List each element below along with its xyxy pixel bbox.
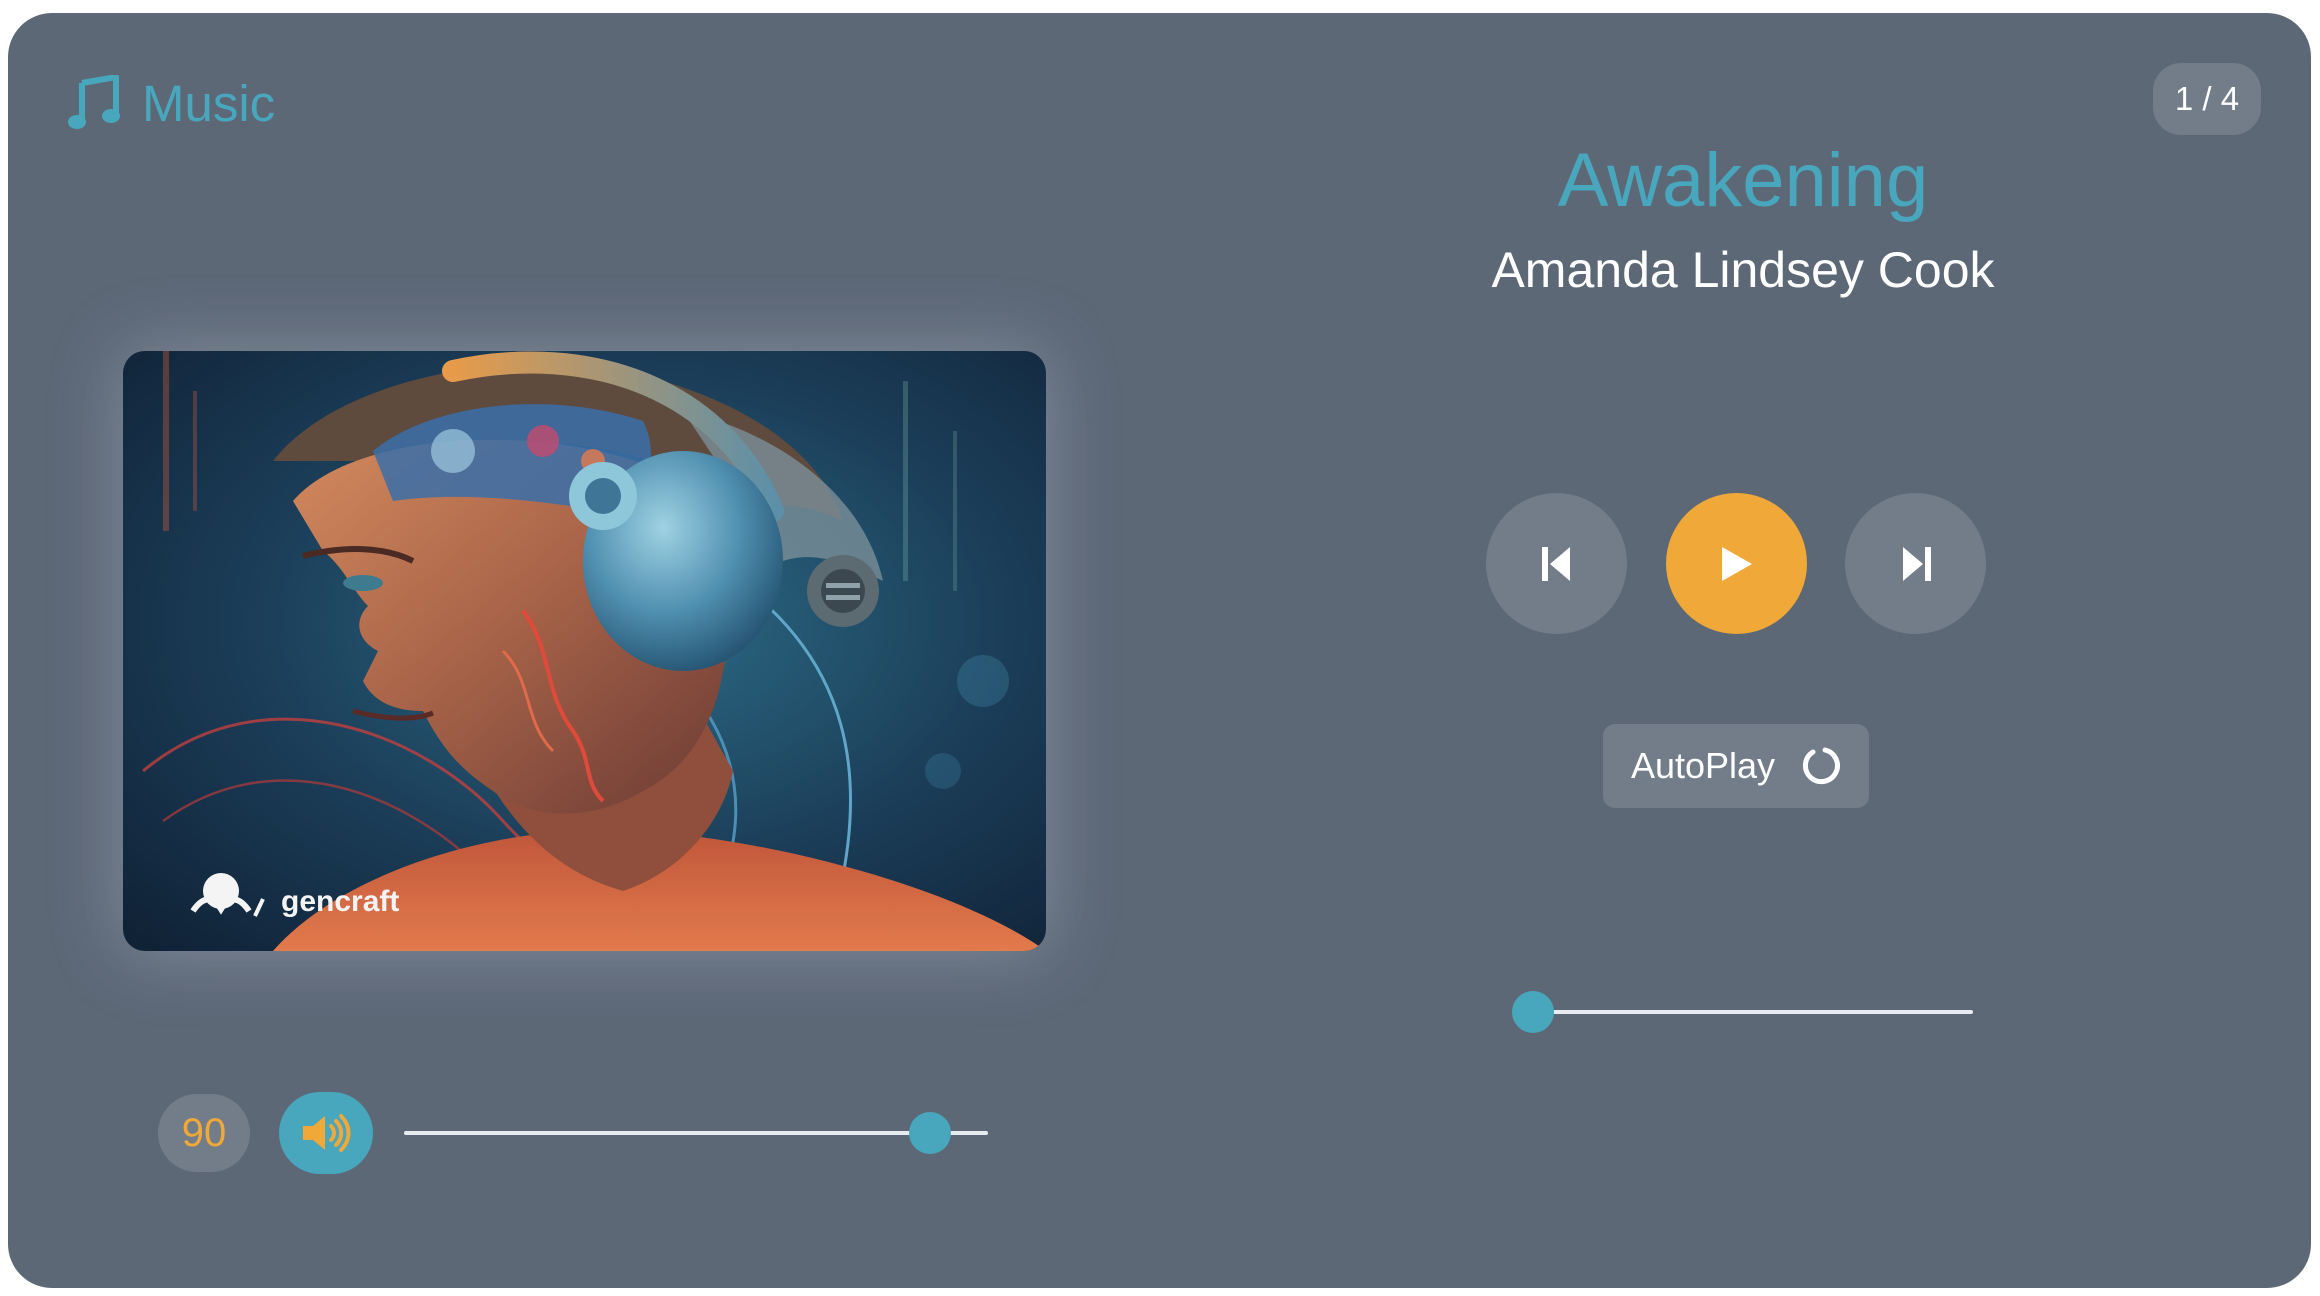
volume-value: 90 bbox=[158, 1094, 250, 1172]
autoplay-button[interactable]: AutoPlay bbox=[1603, 724, 1869, 808]
app-title: Music bbox=[142, 74, 276, 132]
track-counter-badge: 1 / 4 bbox=[2153, 63, 2261, 135]
app-brand: Music bbox=[68, 75, 275, 131]
progress-slider-thumb[interactable] bbox=[1512, 991, 1554, 1033]
progress-slider[interactable] bbox=[1512, 991, 1973, 1033]
cover-watermark-text: gencraft bbox=[281, 885, 399, 918]
refresh-icon bbox=[1802, 747, 1840, 785]
play-button[interactable] bbox=[1666, 493, 1807, 634]
next-track-button[interactable] bbox=[1845, 493, 1986, 634]
track-title: Awakening bbox=[1557, 138, 1929, 223]
album-cover-art: gencraft bbox=[123, 351, 1046, 951]
music-player: Music 1 / 4 Awakening Amanda Lindsey Coo… bbox=[8, 13, 2311, 1288]
play-icon bbox=[1721, 546, 1752, 581]
volume-slider[interactable] bbox=[404, 1112, 988, 1154]
music-note-icon bbox=[68, 75, 120, 129]
autoplay-label: AutoPlay bbox=[1630, 745, 1776, 786]
previous-track-button[interactable] bbox=[1486, 493, 1627, 634]
skip-previous-icon bbox=[1541, 546, 1570, 581]
speaker-volume-icon bbox=[303, 1114, 351, 1152]
skip-next-icon bbox=[1902, 546, 1931, 581]
mute-button[interactable] bbox=[279, 1092, 373, 1174]
cover-illustration: gencraft bbox=[123, 351, 1046, 951]
volume-slider-thumb[interactable] bbox=[908, 1112, 951, 1154]
track-artist: Amanda Lindsey Cook bbox=[1491, 242, 1995, 298]
